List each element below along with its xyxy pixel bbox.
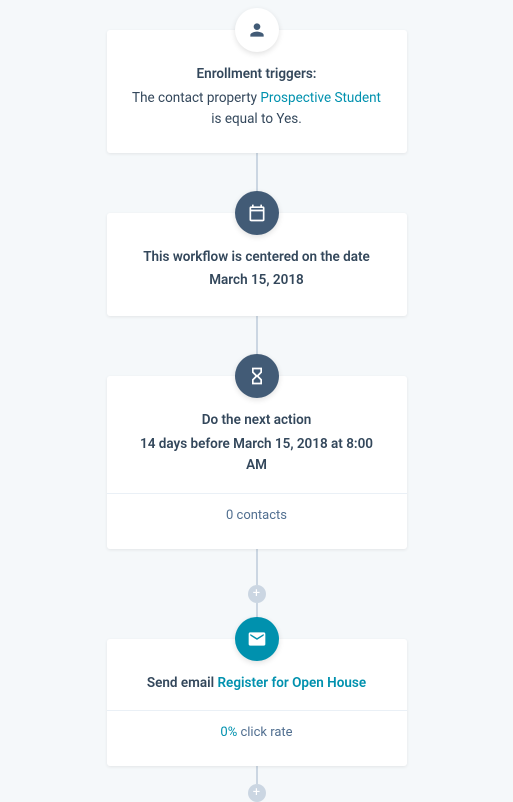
enrollment-criteria: The contact property Prospective Student… [129,88,385,131]
center-date-line2: March 15, 2018 [129,270,385,292]
card-divider [107,493,407,494]
send-email-card[interactable]: Send email Register for Open House 0% cl… [107,639,407,766]
click-rate-label: click rate [237,725,292,740]
property-link[interactable]: Prospective Student [260,90,381,106]
send-email-prefix: Send email [147,675,218,691]
workflow-canvas: Enrollment triggers: The contact propert… [0,0,513,802]
center-date-line1: This workflow is centered on the date [129,247,385,269]
calendar-icon [235,191,279,235]
connector-line [256,766,258,784]
enrollment-card[interactable]: Enrollment triggers: The contact propert… [107,30,407,153]
delay-line1: Do the next action [129,410,385,432]
plus-icon: + [253,786,260,799]
connector-segment: + [248,766,266,802]
connector-line [256,549,258,585]
click-rate: 0% click rate [129,723,385,744]
delay-card[interactable]: Do the next action 14 days before March … [107,376,407,549]
click-rate-value[interactable]: 0% [220,725,237,740]
add-action-button[interactable]: + [248,784,266,802]
enrollment-prefix: The contact property [132,90,260,106]
enrollment-title: Enrollment triggers: [129,64,385,86]
person-icon [235,8,279,52]
delay-contacts: 0 contacts [129,506,385,527]
plus-icon: + [253,587,260,600]
card-divider [107,710,407,711]
add-action-button[interactable]: + [248,585,266,603]
enrollment-suffix: is equal to Yes. [211,111,302,127]
hourglass-icon [235,354,279,398]
center-date-card[interactable]: This workflow is centered on the date Ma… [107,213,407,316]
send-email-title: Send email Register for Open House [129,673,385,695]
email-icon [235,617,279,661]
email-link[interactable]: Register for Open House [217,675,366,691]
delay-line2: 14 days before March 15, 2018 at 8:00 AM [129,434,385,477]
